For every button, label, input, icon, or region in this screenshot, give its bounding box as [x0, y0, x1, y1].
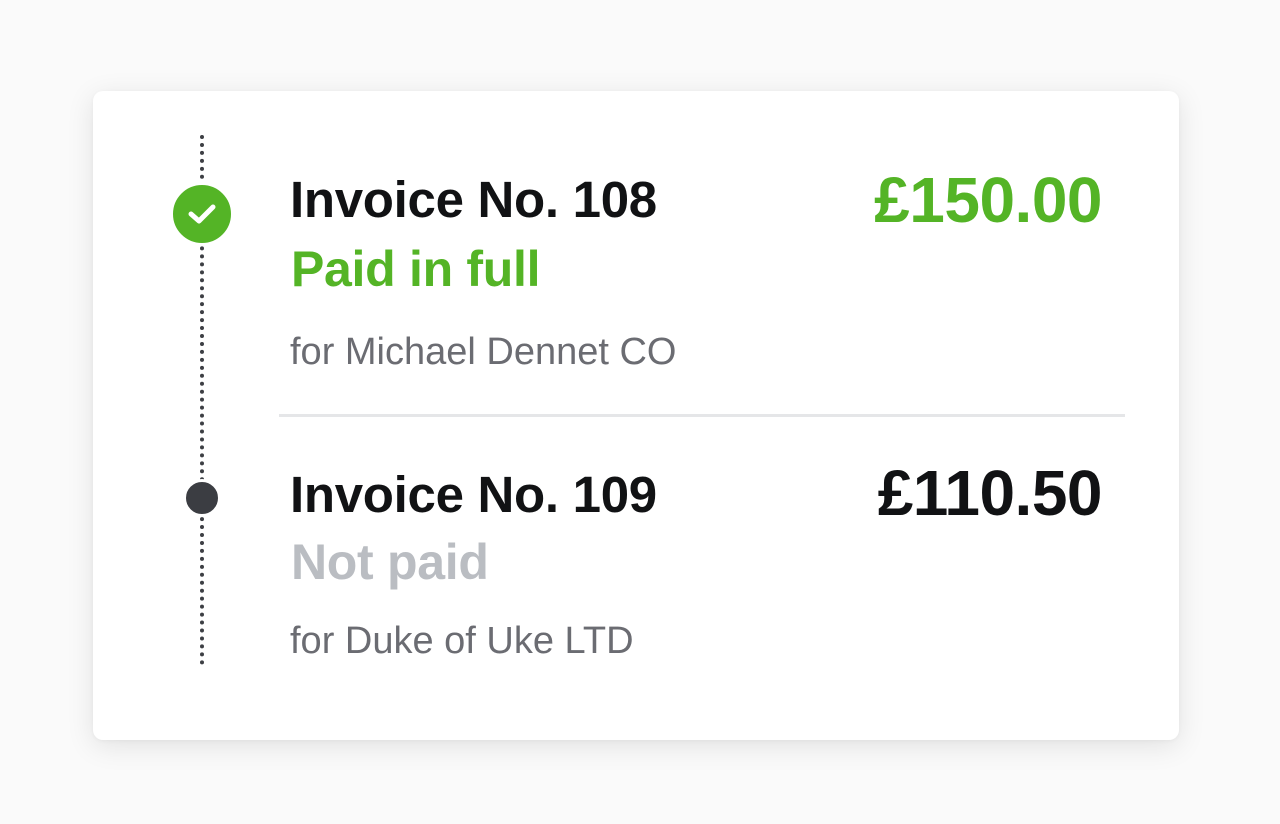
- invoice-108-client: for Michael Dennet CO: [290, 331, 677, 373]
- invoice-divider: [279, 414, 1125, 417]
- invoice-109-title[interactable]: Invoice No. 109: [290, 465, 657, 524]
- paid-check-icon: [170, 182, 234, 246]
- invoice-109-status: Not paid: [291, 534, 489, 590]
- unpaid-dot-icon: [183, 479, 221, 517]
- invoice-108-status: Paid in full: [291, 241, 541, 297]
- invoice-108-title[interactable]: Invoice No. 108: [290, 170, 657, 229]
- invoice-109-client: for Duke of Uke LTD: [290, 620, 634, 662]
- checkmark-icon: [188, 204, 216, 224]
- invoice-109-amount: £110.50: [877, 457, 1103, 529]
- invoice-108-amount: £150.00: [874, 164, 1102, 236]
